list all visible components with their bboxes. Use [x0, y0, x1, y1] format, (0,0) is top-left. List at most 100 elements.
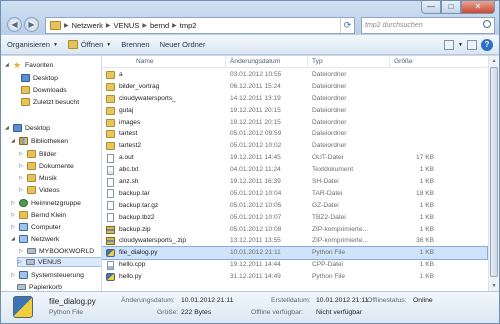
- new-folder-button[interactable]: Neuer Ordner: [160, 40, 206, 49]
- file-date: 06.12.2011 15:24: [230, 82, 281, 90]
- sidebar-item-pictures[interactable]: ▷ Bilder: [19, 149, 56, 159]
- file-row[interactable]: images 19.12.2011 20:15 Dateiordner: [102, 117, 487, 129]
- column-divider[interactable]: [307, 56, 308, 67]
- sidebar-item-libraries[interactable]: ◢ Bibliotheken: [11, 136, 68, 146]
- file-row[interactable]: backup.zip 05.01.2012 10:08 ZIP-komprimier…: [102, 224, 487, 236]
- file-name: anz.sh: [119, 178, 139, 186]
- sidebar-item-desktop-fav[interactable]: Desktop: [21, 73, 58, 83]
- forward-arrow-icon[interactable]: ▶: [24, 17, 39, 32]
- videos-icon: [27, 186, 36, 194]
- sidebar-item-computer[interactable]: ▷ Computer: [11, 222, 61, 232]
- desktop-icon: [13, 124, 22, 132]
- homegroup-icon: [19, 199, 28, 207]
- breadcrumb-bernd[interactable]: bernd: [150, 21, 169, 30]
- file-row[interactable]: cloudywatersports_.zip 13.12.2011 13:55 ZI…: [102, 235, 487, 247]
- maximize-button[interactable]: □: [441, 1, 461, 14]
- help-icon[interactable]: ?: [481, 38, 493, 51]
- file-row[interactable]: hello.cpp 19.12.2011 14:44 CPP-Datei 1 KB: [102, 259, 487, 271]
- file-date: 05.01.2012 10:02: [230, 142, 282, 150]
- back-arrow-icon[interactable]: ◀: [7, 17, 22, 32]
- file-row[interactable]: tartest2 05.01.2012 10:02 Dateiordner: [102, 140, 487, 152]
- sidebar-item-control-panel[interactable]: ▷ Systemsteuerung: [11, 270, 84, 280]
- column-type[interactable]: Typ: [312, 58, 323, 65]
- file-row[interactable]: a.out 19.12.2011 14:45 OUT-Datei 17 KB: [102, 152, 487, 164]
- column-divider[interactable]: [389, 56, 390, 67]
- title-bar: — □ ✕ ◀ ▶ ▶ Netzwerk ▶ VENUS ▶ bernd ▶ t…: [1, 1, 499, 35]
- folder-icon: [106, 82, 115, 91]
- column-name[interactable]: Name: [136, 58, 154, 65]
- close-button[interactable]: ✕: [461, 1, 495, 14]
- details-offline-available-label: Offline verfügbar:: [251, 309, 304, 316]
- file-icon: [107, 177, 114, 187]
- refresh-icon[interactable]: ⟳: [340, 18, 354, 33]
- column-size[interactable]: Größe: [394, 58, 413, 65]
- file-row[interactable]: backup.tbz2 05.01.2012 10:07 TBZ2-Datei 1 K…: [102, 212, 487, 224]
- sidebar-item-mybookworld[interactable]: ▷ MYBOOKWORLD: [19, 246, 94, 256]
- address-bar[interactable]: ▶ Netzwerk ▶ VENUS ▶ bernd ▶ tmp2 ⟳: [45, 17, 355, 34]
- file-row[interactable]: anz.sh 19.12.2011 16:39 SH-Datei 1 KB: [102, 176, 487, 188]
- view-options-icon[interactable]: [444, 39, 455, 50]
- sidebar-item-user[interactable]: ▷ Bernd Klein: [11, 210, 66, 220]
- file-row[interactable]: abc.txt 04.01.2012 11:24 Textdokument 1 KB: [102, 164, 487, 176]
- file-list: Name Änderungsdatum Typ Größe a 03.01.201…: [102, 56, 499, 291]
- minimize-button[interactable]: —: [421, 1, 441, 14]
- file-row[interactable]: bilder_vortrag 06.12.2011 15:24 Dateiordne…: [102, 81, 487, 93]
- sidebar-item-homegroup[interactable]: ▷ Heimnetzgruppe: [11, 198, 81, 208]
- vertical-scrollbar[interactable]: ▲ ▼: [488, 56, 499, 291]
- details-modified-label: Änderungsdatum:: [121, 297, 175, 304]
- file-row[interactable]: gutaj 19.12.2011 20:15 Dateiordner: [102, 105, 487, 117]
- column-divider[interactable]: [225, 56, 226, 67]
- chevron-right-icon: ▷: [11, 212, 15, 218]
- sidebar-item-venus[interactable]: ▷ VENUS: [17, 257, 101, 267]
- sidebar-item-favorites[interactable]: ◢ ★ Favoriten: [5, 60, 53, 70]
- scrollbar-thumb[interactable]: [490, 67, 498, 277]
- file-name: backup.tar: [119, 189, 150, 197]
- sidebar-item-videos[interactable]: ▷ Videos: [19, 185, 60, 195]
- search-input[interactable]: tmp2 durchsuchen: [361, 17, 495, 34]
- burn-button[interactable]: Brennen: [121, 40, 149, 49]
- sidebar-item-documents[interactable]: ▷ Dokumente: [19, 161, 74, 171]
- breadcrumb-venus[interactable]: VENUS: [114, 21, 140, 30]
- file-type: Dateiordner: [312, 94, 347, 102]
- open-icon: [67, 40, 78, 49]
- chevron-right-icon: ▷: [11, 200, 15, 206]
- sidebar-item-downloads[interactable]: Downloads: [21, 85, 67, 95]
- file-row[interactable]: a 03.01.2012 10:55 Dateiordner: [102, 69, 487, 81]
- user-icon: [19, 211, 28, 219]
- file-type: Dateiordner: [312, 82, 347, 90]
- chevron-down-icon[interactable]: ▼: [458, 42, 463, 48]
- sidebar-item-recent[interactable]: Zuletzt besucht: [21, 97, 79, 107]
- organize-label: Organisieren: [7, 40, 50, 49]
- sidebar-item-label: VENUS: [38, 258, 62, 266]
- breadcrumb-tmp2[interactable]: tmp2: [180, 21, 197, 30]
- sidebar-item-recycle-bin[interactable]: Papierkorb: [17, 282, 62, 291]
- chevron-right-icon: ▷: [19, 151, 23, 157]
- scroll-down-icon[interactable]: ▼: [489, 281, 499, 291]
- open-button[interactable]: Öffnen ▼: [67, 40, 111, 49]
- folder-icon: [106, 71, 115, 79]
- file-row[interactable]: file_dialog.py 10.01.2012 21:11 Python Fil…: [102, 246, 488, 261]
- file-row[interactable]: tartest 05.01.2012 09:59 Dateiordner: [102, 128, 487, 140]
- chevron-right-icon: ▷: [19, 163, 23, 169]
- file-row[interactable]: backup.tar.gz 05.01.2012 10:05 GZ-Datei 1 K…: [102, 200, 487, 212]
- file-row[interactable]: backup.tar 05.01.2012 10:04 TAR-Datei 18 KB: [102, 188, 487, 200]
- organize-button[interactable]: Organisieren ▼: [7, 40, 58, 49]
- breadcrumb-network[interactable]: Netzwerk: [72, 21, 103, 30]
- file-date: 14.12.2011 13:19: [230, 94, 281, 102]
- file-row[interactable]: cloudywatersports_ 14.12.2011 13:19 Dateio…: [102, 93, 487, 105]
- sidebar-item-label: Desktop: [33, 74, 58, 82]
- sidebar-item-label: Heimnetzgruppe: [31, 199, 81, 207]
- file-type: Dateiordner: [312, 118, 347, 126]
- scroll-up-icon[interactable]: ▲: [489, 56, 499, 66]
- sidebar-item-desktop[interactable]: ◢ Desktop: [5, 123, 50, 133]
- column-date[interactable]: Änderungsdatum: [230, 58, 280, 65]
- file-date: 19.12.2011 20:15: [230, 118, 281, 126]
- sidebar-item-network[interactable]: ◢ Netzwerk: [11, 234, 59, 244]
- sidebar-item-music[interactable]: ▷ Musik: [19, 173, 57, 183]
- file-row[interactable]: hello.py 31.12.2011 14:49 Python File 1 KB: [102, 271, 487, 283]
- recent-places-icon: [21, 98, 30, 106]
- network-drive-icon: [27, 248, 36, 254]
- preview-pane-icon[interactable]: [467, 39, 477, 50]
- file-date: 19.12.2011 14:45: [230, 154, 281, 162]
- file-date: 03.01.2012 10:55: [230, 71, 282, 78]
